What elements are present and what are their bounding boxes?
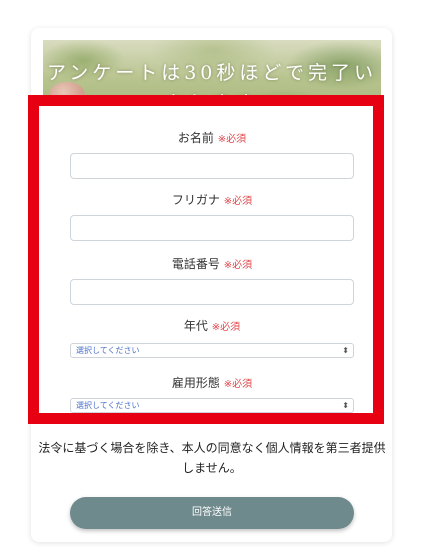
name-required-mark: ※必須 — [217, 134, 247, 145]
age-select[interactable]: 選択してください ⬍ — [70, 343, 354, 358]
name-input[interactable] — [70, 153, 354, 179]
name-label-text: お名前 — [177, 131, 214, 145]
age-select-value: 選択してください — [76, 346, 140, 355]
phone-label: 電話番号 ※必須 — [70, 256, 354, 274]
select-chevron-icon: ⬍ — [342, 401, 349, 410]
furigana-label-text: フリガナ — [171, 193, 220, 207]
employment-label: 雇用形態 ※必須 — [70, 375, 354, 393]
furigana-input[interactable] — [70, 215, 354, 241]
employment-select-value: 選択してください — [76, 401, 140, 410]
phone-label-text: 電話番号 — [171, 257, 220, 271]
phone-input[interactable] — [70, 279, 354, 305]
age-required-mark: ※必須 — [211, 322, 241, 333]
employment-select[interactable]: 選択してください ⬍ — [70, 398, 354, 413]
age-label: 年代 ※必須 — [70, 318, 354, 336]
furigana-label: フリガナ ※必須 — [70, 192, 354, 210]
privacy-notice: 法令に基づく場合を除き、本人の同意なく個人情報を第三者提供しません。 — [38, 441, 386, 475]
select-chevron-icon: ⬍ — [342, 346, 349, 355]
employment-label-text: 雇用形態 — [171, 376, 220, 390]
submit-button[interactable]: 回答送信 — [70, 497, 354, 529]
employment-required-mark: ※必須 — [223, 379, 253, 390]
furigana-required-mark: ※必須 — [223, 196, 253, 207]
phone-required-mark: ※必須 — [223, 260, 253, 271]
age-label-text: 年代 — [183, 319, 208, 333]
name-label: お名前 ※必須 — [70, 130, 354, 148]
